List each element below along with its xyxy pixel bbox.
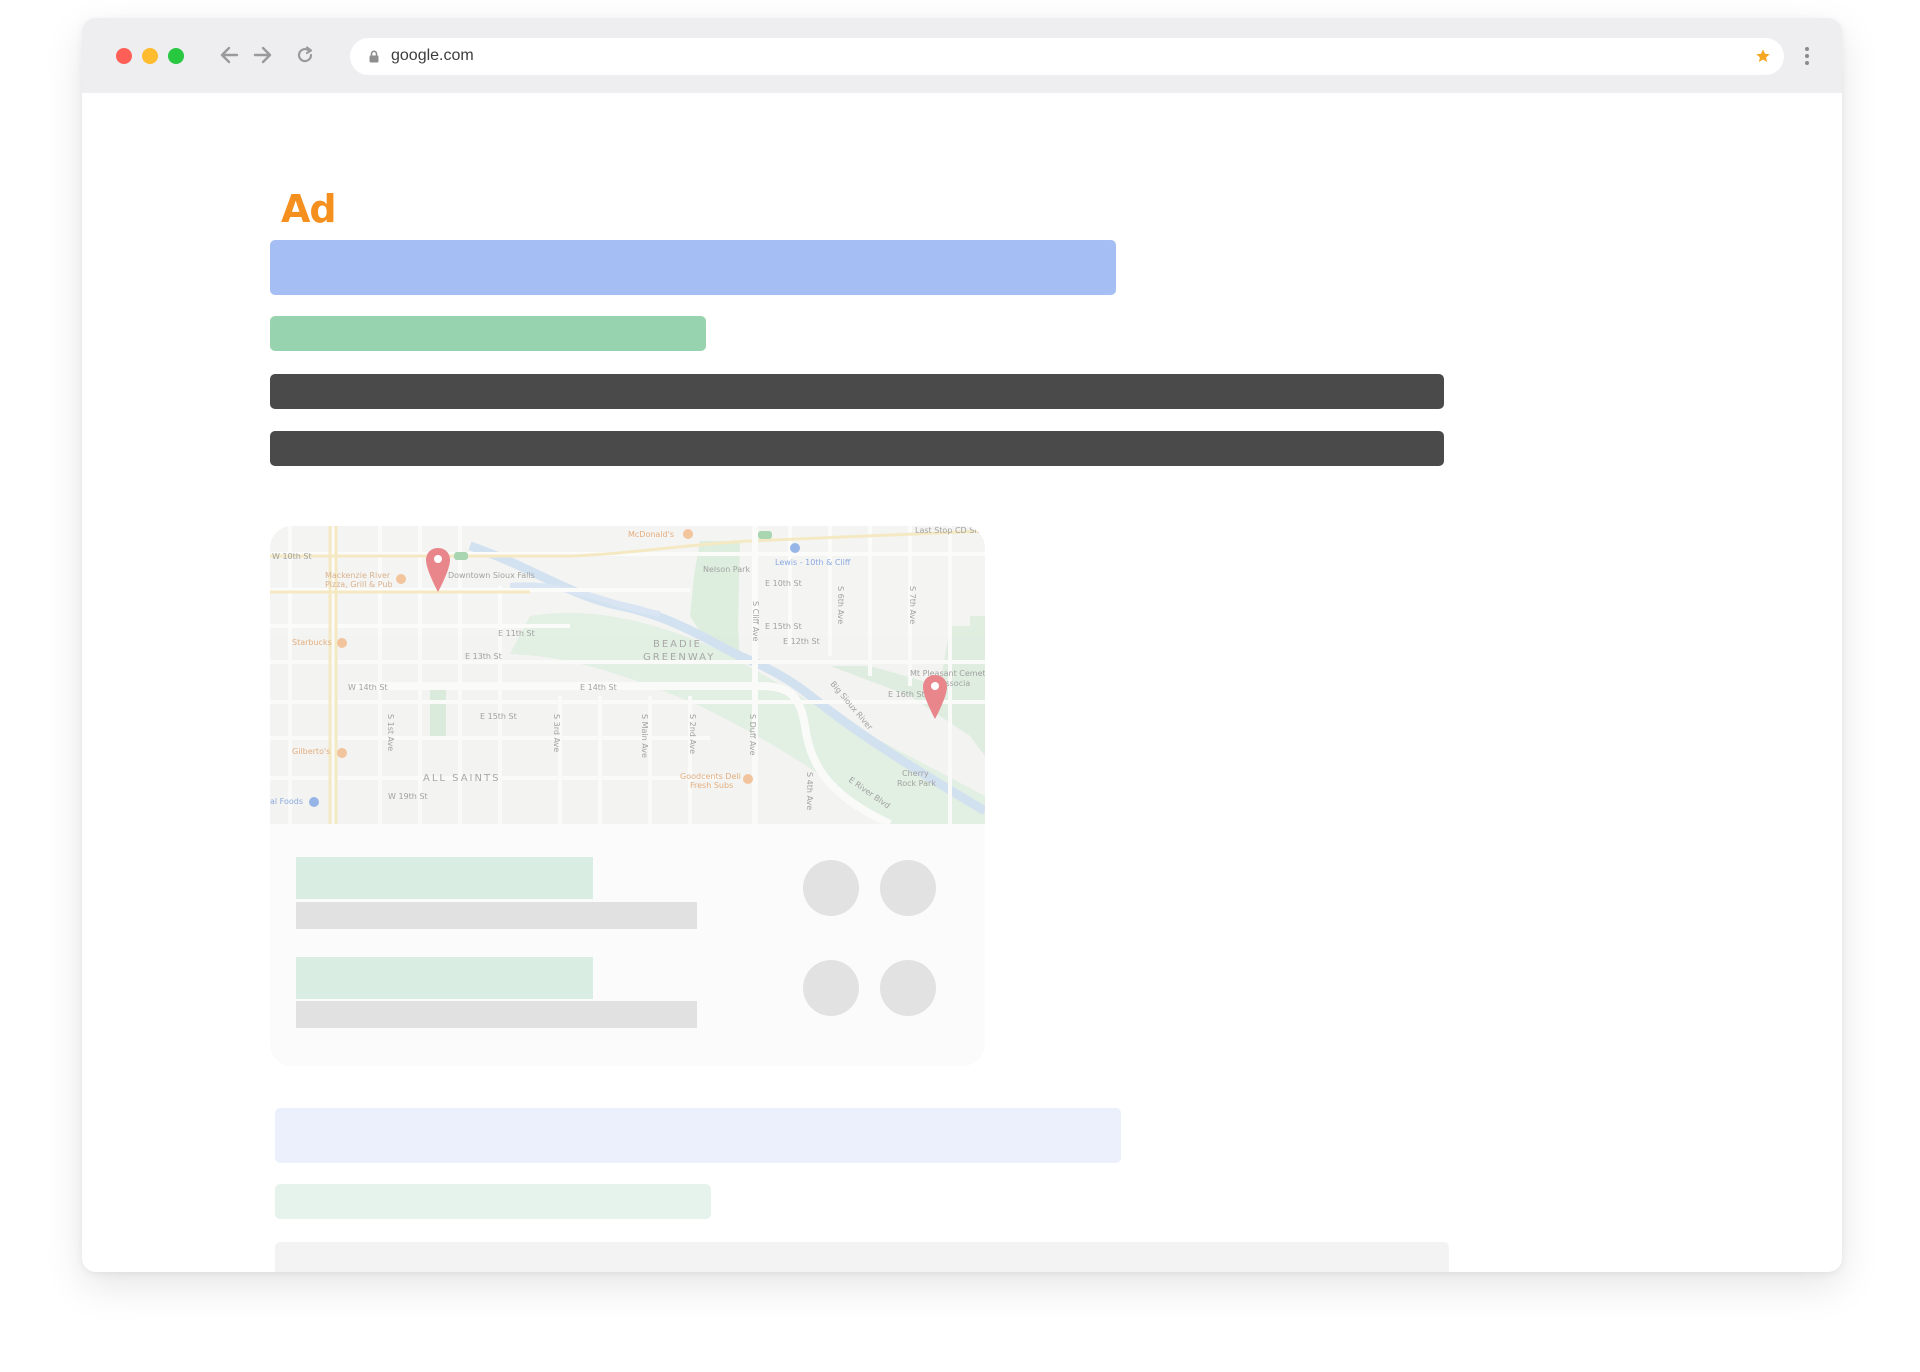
organic-url-placeholder <box>275 1184 711 1219</box>
map-view[interactable]: W 10th St E 11th St E 13th St W 14th St … <box>270 526 985 824</box>
back-arrow-icon[interactable] <box>216 42 242 68</box>
svg-text:E 11th St: E 11th St <box>498 629 535 638</box>
map-pin-icon[interactable] <box>921 673 949 721</box>
svg-text:E 12th St: E 12th St <box>783 637 820 646</box>
svg-text:Goodcents Deli: Goodcents Deli <box>680 772 741 781</box>
svg-text:S 3rd Ave: S 3rd Ave <box>552 714 561 752</box>
svg-text:W 10th St: W 10th St <box>272 552 312 561</box>
svg-text:E 15th St: E 15th St <box>480 712 517 721</box>
menu-dots-icon[interactable] <box>1802 43 1812 69</box>
listing-detail-placeholder <box>296 902 697 929</box>
svg-text:W 14th St: W 14th St <box>348 683 388 692</box>
svg-text:Downtown Sioux Falls: Downtown Sioux Falls <box>448 571 535 580</box>
svg-text:S 1st Ave: S 1st Ave <box>386 714 395 751</box>
reload-icon[interactable] <box>292 42 318 68</box>
svg-text:Mackenzie River: Mackenzie River <box>325 571 391 580</box>
maximize-window-button[interactable] <box>168 48 184 64</box>
svg-text:Lewis - 10th & Cliff: Lewis - 10th & Cliff <box>775 558 851 567</box>
minimize-window-button[interactable] <box>142 48 158 64</box>
listing-name-placeholder[interactable] <box>296 957 593 999</box>
ad-label: Ad <box>281 187 337 231</box>
svg-text:Starbucks: Starbucks <box>292 638 332 647</box>
listing-detail-placeholder <box>296 1001 697 1028</box>
svg-text:S 2nd Ave: S 2nd Ave <box>688 714 697 754</box>
svg-text:S 6th Ave: S 6th Ave <box>836 586 845 624</box>
browser-toolbar: google.com <box>82 18 1842 93</box>
svg-text:ALL SAINTS: ALL SAINTS <box>423 773 500 784</box>
svg-text:Nelson Park: Nelson Park <box>703 565 750 574</box>
svg-text:S Cliff Ave: S Cliff Ave <box>751 601 760 641</box>
svg-text:McDonald's: McDonald's <box>628 530 674 539</box>
listing-directions-button[interactable] <box>880 860 936 916</box>
svg-text:E 16th St: E 16th St <box>888 690 925 699</box>
svg-text:S 7th Ave: S 7th Ave <box>908 586 917 624</box>
map-pin-icon[interactable] <box>424 546 452 594</box>
browser-window: google.com Ad W 10th St E 11th St E 13th… <box>82 18 1842 1272</box>
svg-text:E 13th St: E 13th St <box>465 652 502 661</box>
ad-description-line-2 <box>270 431 1444 466</box>
local-pack-card: W 10th St E 11th St E 13th St W 14th St … <box>270 526 985 1066</box>
forward-arrow-icon[interactable] <box>250 42 276 68</box>
listing-website-button[interactable] <box>803 960 859 1016</box>
svg-text:Gilberto's: Gilberto's <box>292 747 330 756</box>
svg-text:E 10th St: E 10th St <box>765 579 802 588</box>
ad-url-placeholder <box>270 316 706 351</box>
star-icon[interactable] <box>1755 48 1771 69</box>
svg-text:S Main Ave: S Main Ave <box>640 714 649 758</box>
close-window-button[interactable] <box>116 48 132 64</box>
organic-title-placeholder[interactable] <box>275 1108 1121 1163</box>
svg-text:E 15th St: E 15th St <box>765 622 802 631</box>
svg-text:S Duff Ave: S Duff Ave <box>748 714 757 756</box>
svg-text:Pizza, Grill & Pub: Pizza, Grill & Pub <box>325 580 393 589</box>
svg-text:al Foods: al Foods <box>270 797 303 806</box>
organic-description-placeholder <box>275 1242 1449 1272</box>
lock-icon <box>369 50 379 68</box>
svg-text:Last Stop CD Shop: Last Stop CD Shop <box>915 526 985 535</box>
svg-text:W 19th St: W 19th St <box>388 792 428 801</box>
listing-website-button[interactable] <box>803 860 859 916</box>
listing-directions-button[interactable] <box>880 960 936 1016</box>
search-results-page: Ad W 10th St E 11th St E 13th St W 14th … <box>82 93 1842 1272</box>
svg-text:S 4th Ave: S 4th Ave <box>805 772 814 810</box>
svg-text:E 14th St: E 14th St <box>580 683 617 692</box>
svg-text:Rock Park: Rock Park <box>897 779 936 788</box>
svg-text:Cherry: Cherry <box>902 769 929 778</box>
url-text: google.com <box>391 47 474 64</box>
svg-text:BEADIE: BEADIE <box>653 639 702 650</box>
ad-title-placeholder[interactable] <box>270 240 1116 295</box>
address-bar[interactable]: google.com <box>350 38 1784 75</box>
svg-text:Fresh Subs: Fresh Subs <box>690 781 733 790</box>
svg-text:GREENWAY: GREENWAY <box>643 652 715 663</box>
listing-name-placeholder[interactable] <box>296 857 593 899</box>
ad-description-line-1 <box>270 374 1444 409</box>
